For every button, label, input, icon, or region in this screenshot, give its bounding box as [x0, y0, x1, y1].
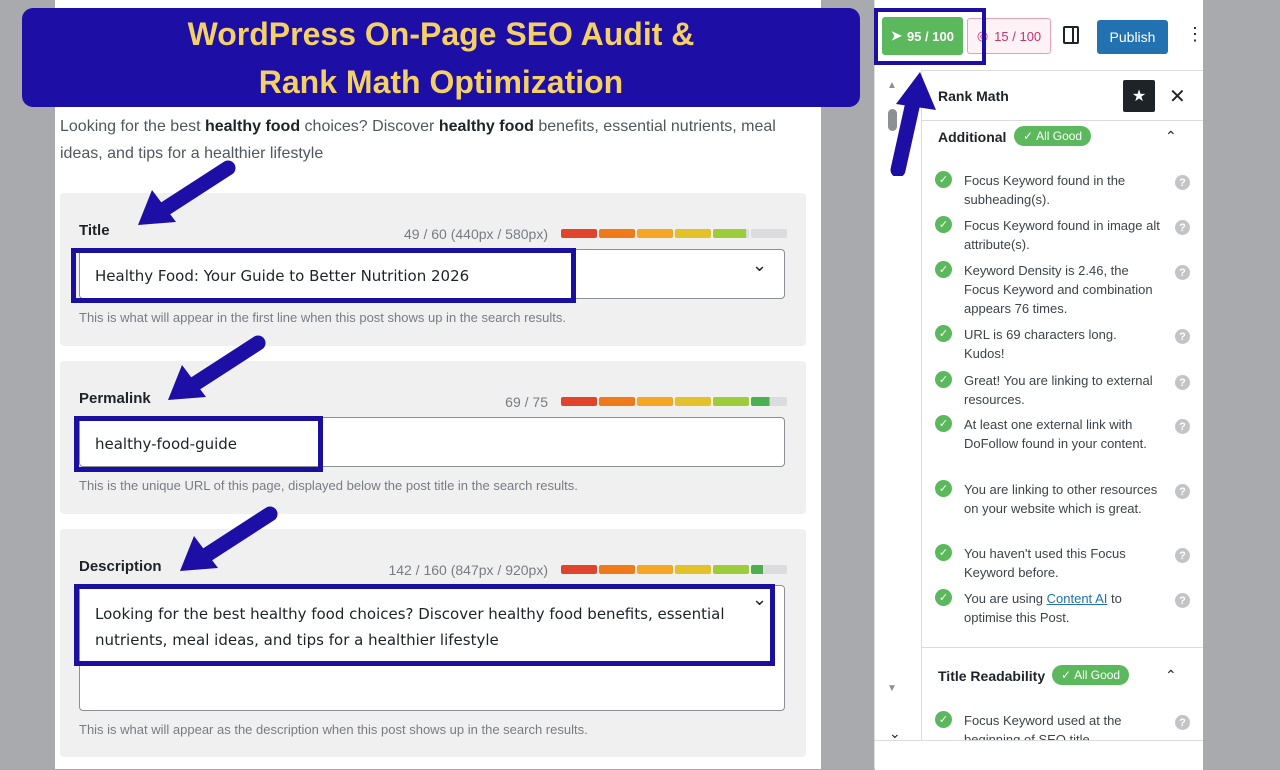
- title-length-meter: [561, 229, 787, 238]
- help-icon[interactable]: ?: [1175, 715, 1190, 730]
- title-label: Title: [79, 222, 110, 239]
- meter-segment: [599, 229, 635, 238]
- check-circle-icon: ✓: [935, 415, 952, 432]
- check-icon: ✓: [1061, 668, 1072, 682]
- more-options-icon[interactable]: ⋮: [1186, 24, 1204, 45]
- check-circle-icon: ✓: [935, 216, 952, 233]
- help-icon[interactable]: ?: [1175, 548, 1190, 563]
- header-banner: WordPress On-Page SEO Audit & Rank Math …: [22, 8, 860, 107]
- content-ai-link[interactable]: Content AI: [1047, 591, 1108, 606]
- permalink-count: 69 / 75: [505, 394, 548, 410]
- scroll-down-icon[interactable]: ▼: [887, 683, 897, 694]
- help-icon[interactable]: ?: [1175, 419, 1190, 434]
- banner-title-line-1: WordPress On-Page SEO Audit &: [187, 16, 695, 52]
- divider: [921, 120, 1203, 121]
- chevron-down-icon[interactable]: ⌄: [752, 255, 767, 276]
- permalink-length-meter: [561, 397, 787, 406]
- meter-segment: [751, 397, 787, 406]
- chevron-down-icon[interactable]: ⌄: [889, 725, 901, 742]
- check-circle-icon: ✓: [935, 371, 952, 388]
- title-highlight-box: [71, 248, 576, 303]
- check-circle-icon: ✓: [935, 480, 952, 497]
- permalink-help: This is the unique URL of this page, dis…: [79, 478, 578, 493]
- banner-title-line-2: Rank Math Optimization: [258, 64, 624, 100]
- meter-segment: [599, 397, 635, 406]
- description-count: 142 / 160 (847px / 920px): [388, 562, 548, 578]
- title-help: This is what will appear in the first li…: [79, 310, 567, 325]
- arrow-icon: [180, 506, 278, 571]
- meter-segment: [713, 397, 749, 406]
- meter-segment: [713, 565, 749, 574]
- section-title-title-readability[interactable]: Title Readability: [938, 668, 1045, 684]
- help-icon[interactable]: ?: [1175, 220, 1190, 235]
- help-icon[interactable]: ?: [1175, 375, 1190, 390]
- check-circle-icon: ✓: [935, 711, 952, 728]
- sidebar-toggle-icon[interactable]: [1063, 26, 1079, 44]
- check-icon: ✓: [1023, 129, 1034, 143]
- description-label: Description: [79, 558, 162, 575]
- check-circle-icon: ✓: [935, 325, 952, 342]
- check-circle-icon: ✓: [935, 544, 952, 561]
- meter-segment: [637, 229, 673, 238]
- meter-segment: [675, 229, 711, 238]
- status-badge: ✓ All Good: [1052, 665, 1130, 685]
- meter-segment: [561, 229, 597, 238]
- permalink-highlight-box: [74, 416, 323, 472]
- publish-button[interactable]: Publish: [1097, 20, 1168, 54]
- section-title-additional[interactable]: Additional: [938, 129, 1006, 145]
- check-circle-icon: ✓: [935, 261, 952, 278]
- meter-segment: [751, 229, 787, 238]
- help-icon[interactable]: ?: [1175, 329, 1190, 344]
- help-icon[interactable]: ?: [1175, 484, 1190, 499]
- help-icon[interactable]: ?: [1175, 175, 1190, 190]
- meter-segment: [713, 229, 749, 238]
- meter-segment: [561, 397, 597, 406]
- meter-segment: [637, 565, 673, 574]
- star-icon[interactable]: ★: [1123, 80, 1155, 112]
- sidebar-footer: [875, 740, 1203, 770]
- description-highlight-box: [74, 584, 775, 666]
- title-count: 49 / 60 (440px / 580px): [404, 226, 548, 242]
- arrow-icon: [168, 335, 266, 400]
- chevron-up-icon[interactable]: ⌃: [1165, 128, 1177, 145]
- help-icon[interactable]: ?: [1175, 265, 1190, 280]
- help-icon[interactable]: ?: [1175, 593, 1190, 608]
- meter-segment: [637, 397, 673, 406]
- description-length-meter: [561, 565, 787, 574]
- panel-title: Rank Math: [938, 88, 1009, 104]
- permalink-label: Permalink: [79, 390, 151, 407]
- meter-segment: [561, 565, 597, 574]
- check-circle-icon: ✓: [935, 589, 952, 606]
- chevron-up-icon[interactable]: ⌃: [1165, 667, 1177, 684]
- close-icon[interactable]: ✕: [1169, 84, 1186, 109]
- meter-segment: [599, 565, 635, 574]
- divider: [921, 647, 1203, 648]
- meter-segment: [751, 565, 787, 574]
- description-help: This is what will appear as the descript…: [79, 722, 588, 737]
- score-highlight-box: [874, 8, 986, 65]
- meter-segment: [675, 565, 711, 574]
- status-badge: ✓ All Good: [1014, 126, 1092, 146]
- arrow-icon: [138, 160, 236, 225]
- arrow-icon: [890, 72, 936, 176]
- meter-segment: [675, 397, 711, 406]
- readability-score-label: 15 / 100: [994, 28, 1042, 44]
